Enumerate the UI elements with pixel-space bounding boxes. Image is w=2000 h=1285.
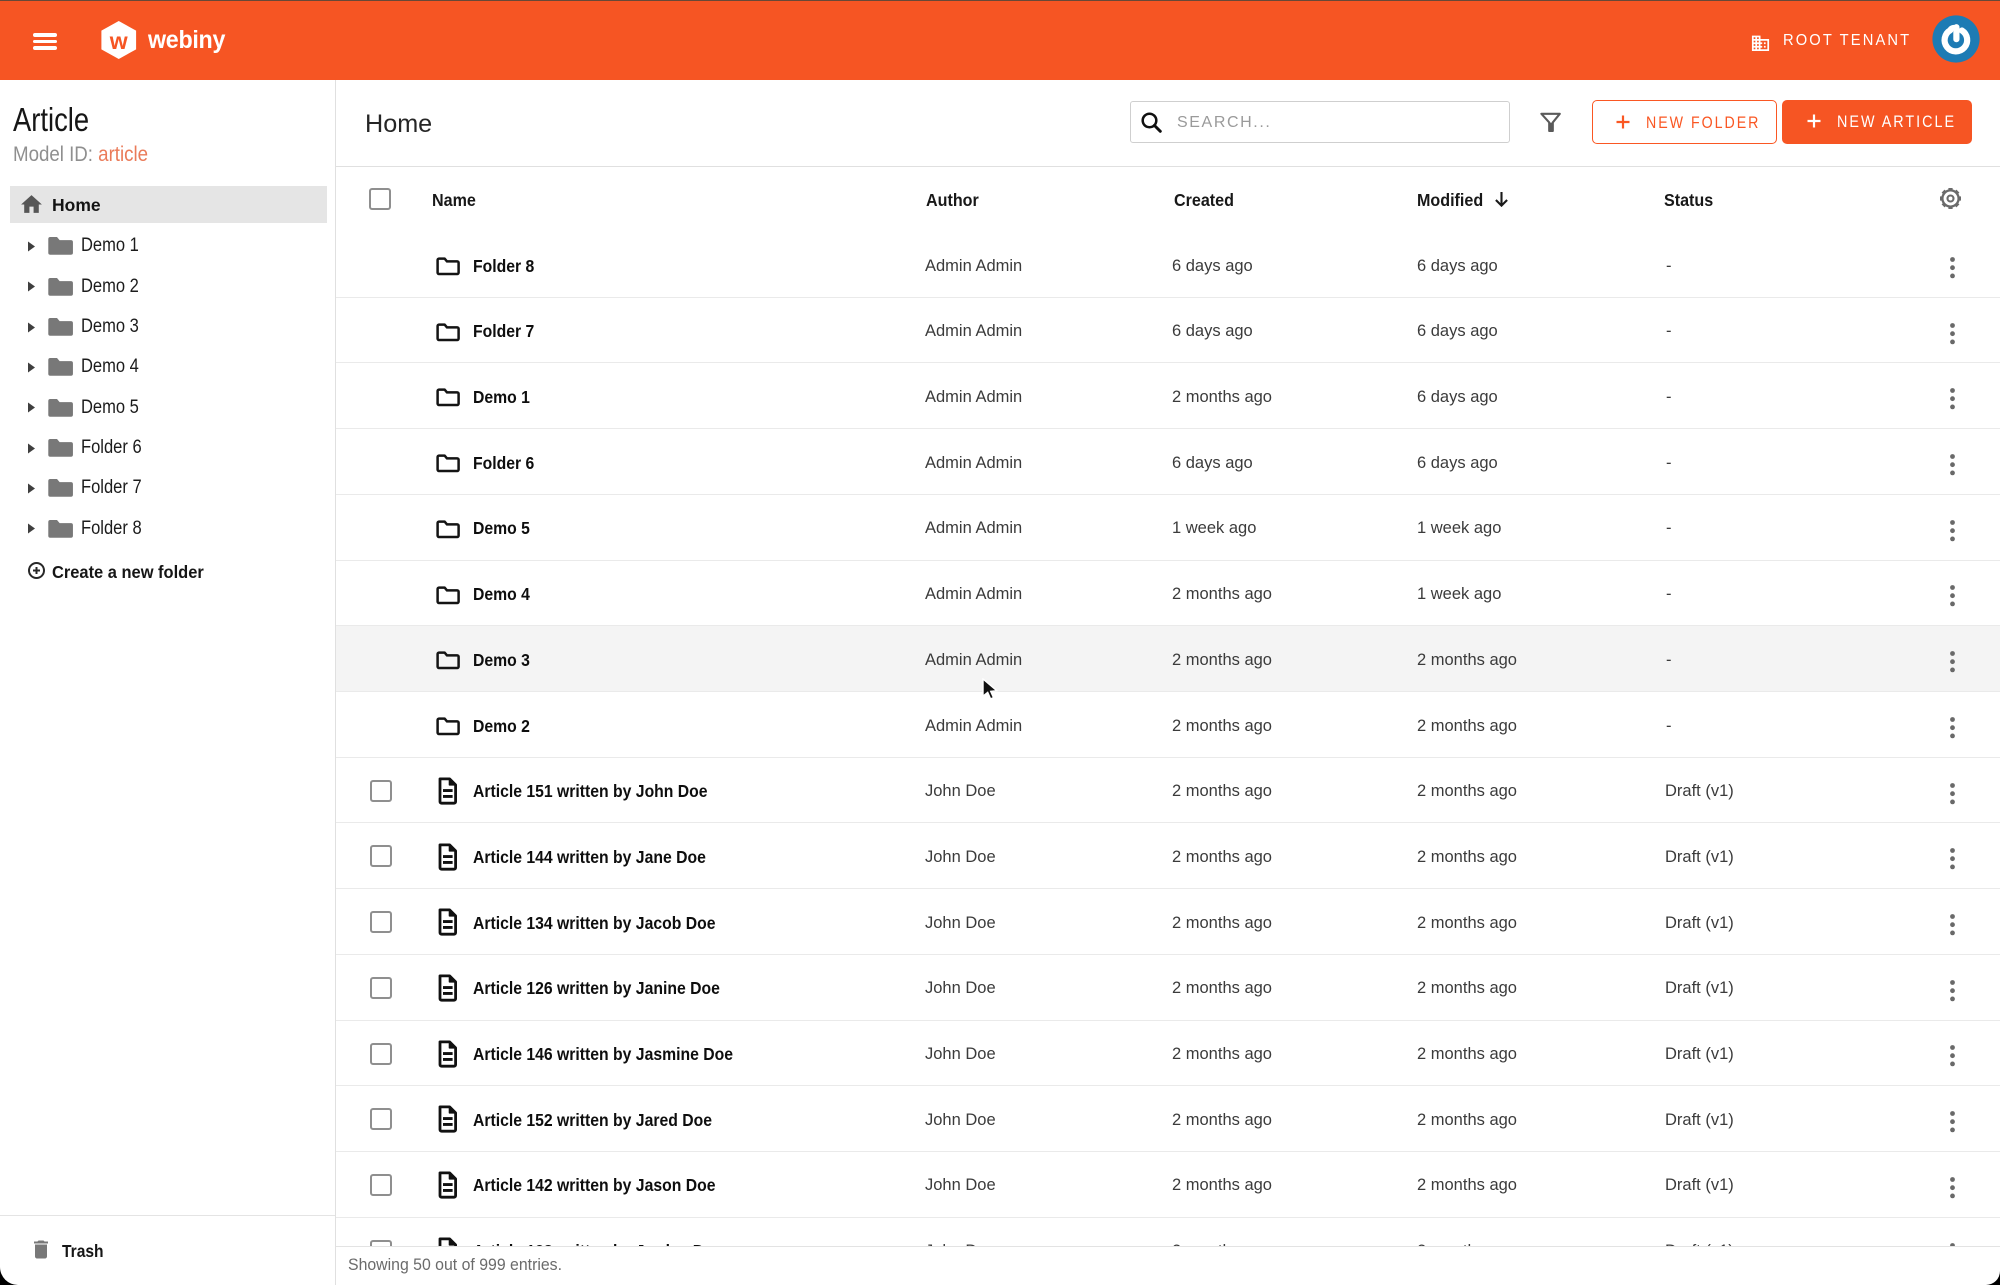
svg-text:w: w bbox=[109, 28, 128, 54]
